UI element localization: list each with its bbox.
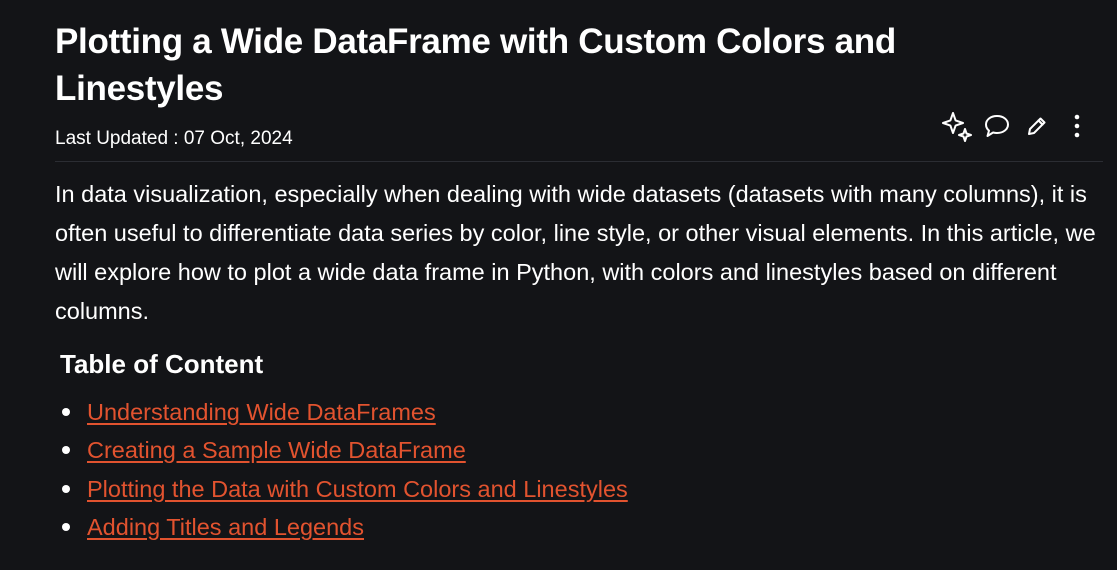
page-title: Plotting a Wide DataFrame with Custom Co… bbox=[55, 22, 896, 108]
edit-pencil-icon bbox=[1025, 114, 1049, 138]
more-vertical-icon bbox=[1073, 113, 1081, 139]
bullet-icon bbox=[62, 522, 70, 531]
sparkle-ai-icon bbox=[940, 110, 974, 142]
toc-item: Understanding Wide DataFrames bbox=[58, 393, 628, 431]
last-updated: Last Updated : 07 Oct, 2024 bbox=[55, 128, 293, 149]
edit-button[interactable] bbox=[1019, 110, 1055, 142]
bullet-icon bbox=[62, 408, 70, 416]
comment-button[interactable] bbox=[979, 110, 1015, 142]
toc-link-adding-titles-legends[interactable]: Adding Titles and Legends bbox=[87, 514, 364, 540]
bullet-icon bbox=[62, 446, 70, 455]
header-divider bbox=[55, 161, 1103, 162]
intro-paragraph: In data visualization, especially when d… bbox=[55, 181, 1096, 324]
toc-link-creating-sample-dataframe[interactable]: Creating a Sample Wide DataFrame bbox=[87, 437, 466, 463]
bullet-icon bbox=[62, 484, 70, 493]
toc-heading: Table of Content bbox=[60, 349, 264, 379]
ai-summary-button[interactable] bbox=[939, 110, 975, 142]
article-actions bbox=[935, 110, 1095, 142]
toc-item: Plotting the Data with Custom Colors and… bbox=[58, 470, 628, 508]
table-of-contents: Understanding Wide DataFrames Creating a… bbox=[58, 393, 628, 546]
comment-icon bbox=[983, 113, 1011, 139]
toc-item: Creating a Sample Wide DataFrame bbox=[58, 431, 628, 469]
toc-link-plotting-custom-colors[interactable]: Plotting the Data with Custom Colors and… bbox=[87, 476, 628, 502]
toc-link-understanding-wide-dataframes[interactable]: Understanding Wide DataFrames bbox=[87, 399, 436, 425]
toc-item: Adding Titles and Legends bbox=[58, 508, 628, 546]
more-options-button[interactable] bbox=[1059, 110, 1095, 142]
